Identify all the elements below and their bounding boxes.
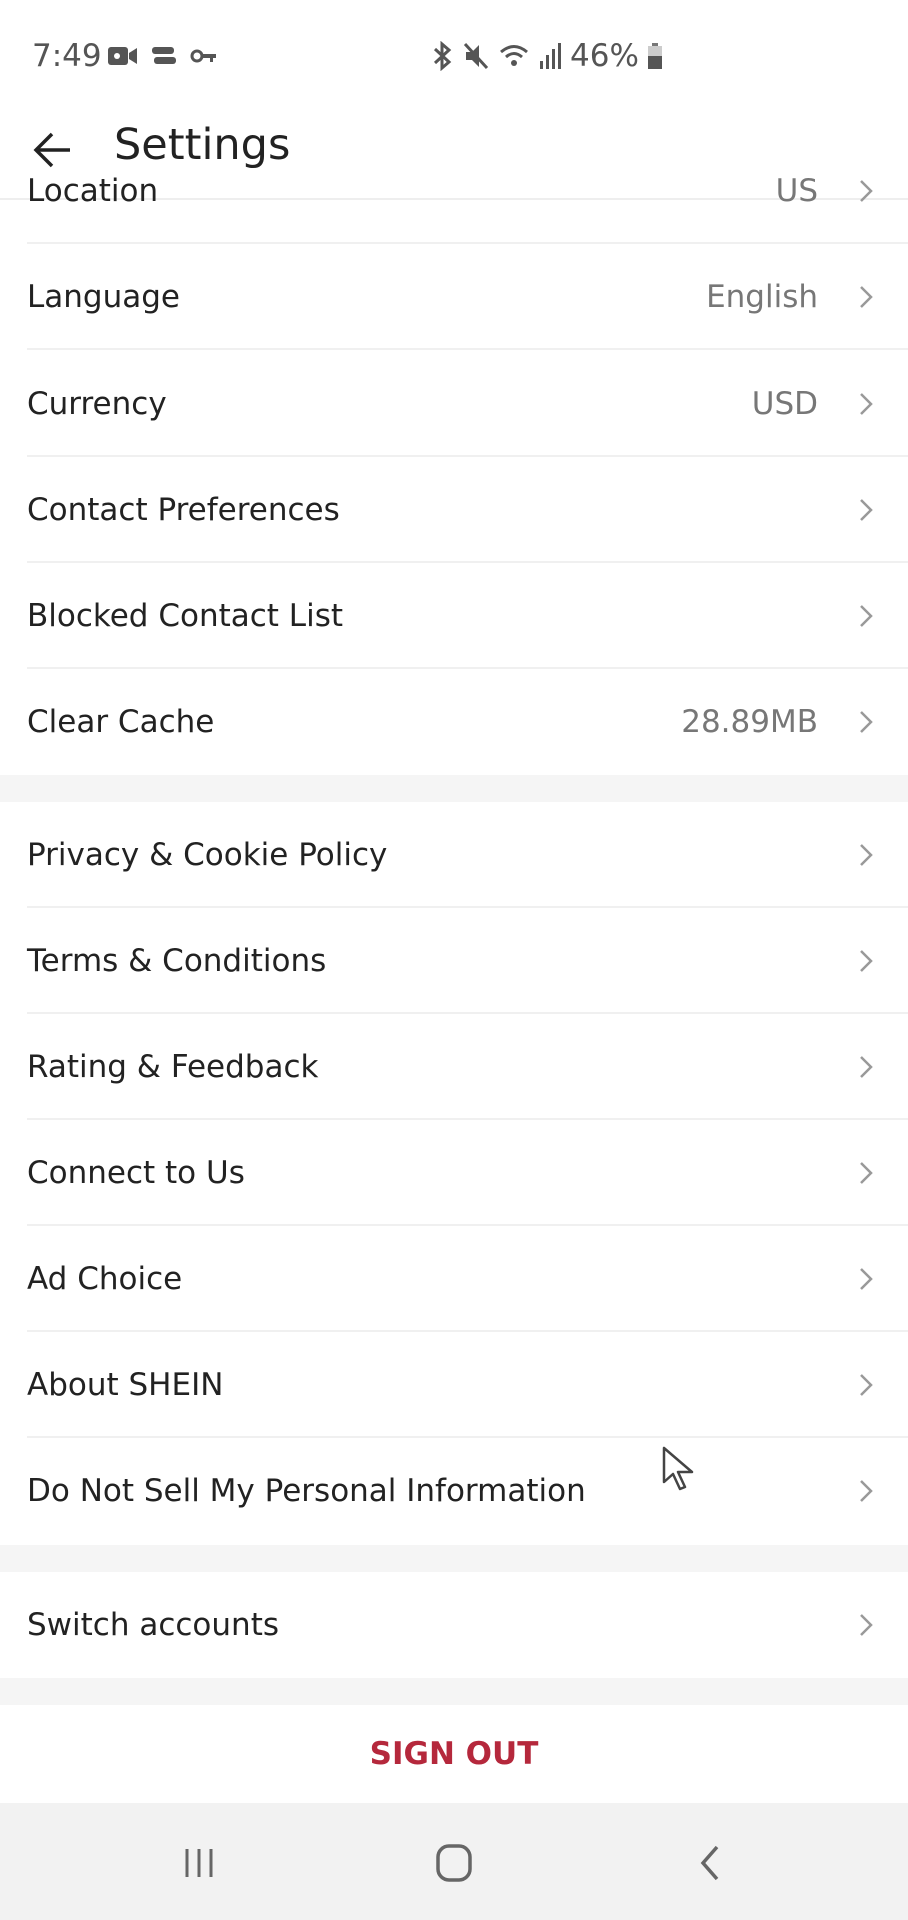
vpn-key-icon <box>190 49 216 63</box>
row-label: Blocked Contact List <box>27 598 343 634</box>
section-gap <box>0 1545 908 1572</box>
back-icon[interactable] <box>679 1833 739 1893</box>
chevron-right-icon <box>860 393 873 415</box>
wifi-icon <box>500 45 528 66</box>
row-label: Do Not Sell My Personal Information <box>27 1473 586 1509</box>
row-value: English <box>706 279 818 315</box>
row-value: US <box>775 173 818 209</box>
row-label: Language <box>27 279 180 315</box>
settings-row-currency[interactable]: Currency USD <box>0 351 908 457</box>
chevron-right-icon <box>860 286 873 308</box>
mouse-cursor-icon <box>662 1446 694 1491</box>
section-gap <box>0 1678 908 1705</box>
row-label: Terms & Conditions <box>27 943 327 979</box>
row-label: Switch accounts <box>27 1607 279 1643</box>
settings-row-privacy-cookie-policy[interactable]: Privacy & Cookie Policy <box>0 802 908 908</box>
chevron-right-icon <box>860 180 873 202</box>
settings-row-about-shein[interactable]: About SHEIN <box>0 1332 908 1438</box>
row-label: Currency <box>27 386 167 422</box>
settings-row-location[interactable]: Location US <box>0 138 908 244</box>
battery-percent: 46% <box>570 38 639 74</box>
sign-out-button[interactable]: SIGN OUT <box>0 1705 908 1803</box>
settings-row-language[interactable]: Language English <box>0 244 908 350</box>
chevron-right-icon <box>860 1162 873 1184</box>
row-label: About SHEIN <box>27 1367 224 1403</box>
row-label: Clear Cache <box>27 704 215 740</box>
chevron-right-icon <box>860 711 873 733</box>
recent-apps-icon[interactable] <box>169 1833 229 1893</box>
settings-row-clear-cache[interactable]: Clear Cache 28.89MB <box>0 669 908 775</box>
signal-icon <box>540 43 561 69</box>
home-icon[interactable] <box>424 1833 484 1893</box>
settings-row-connect-to-us[interactable]: Connect to Us <box>0 1120 908 1226</box>
video-camera-icon <box>108 47 137 65</box>
chevron-right-icon <box>860 1056 873 1078</box>
row-value: USD <box>751 386 818 422</box>
row-value: 28.89MB <box>681 704 818 740</box>
chevron-right-icon <box>860 844 873 866</box>
settings-row-do-not-sell[interactable]: Do Not Sell My Personal Information <box>0 1438 908 1545</box>
row-label: Rating & Feedback <box>27 1049 319 1085</box>
settings-row-switch-accounts[interactable]: Switch accounts <box>0 1572 908 1678</box>
status-time: 7:49 <box>32 38 102 74</box>
settings-row-contact-preferences[interactable]: Contact Preferences <box>0 457 908 563</box>
settings-row-blocked-contact-list[interactable]: Blocked Contact List <box>0 563 908 669</box>
section-gap <box>0 775 908 802</box>
bluetooth-icon <box>433 41 452 71</box>
chevron-right-icon <box>860 1268 873 1290</box>
row-label: Privacy & Cookie Policy <box>27 837 388 873</box>
divider <box>27 348 908 350</box>
chevron-right-icon <box>860 605 873 627</box>
settings-section-general: Location US Language English Currency US… <box>0 173 908 775</box>
system-nav-bar <box>0 1803 908 1920</box>
row-label: Connect to Us <box>27 1155 245 1191</box>
chevron-right-icon <box>860 1480 873 1502</box>
status-bar: 7:49 46% <box>0 0 908 110</box>
battery-icon <box>647 43 662 69</box>
row-label: Ad Choice <box>27 1261 183 1297</box>
row-label: Location <box>27 173 159 209</box>
row-label: Contact Preferences <box>27 492 340 528</box>
chevron-right-icon <box>860 1614 873 1636</box>
chevron-right-icon <box>860 950 873 972</box>
settings-section-account: Switch accounts <box>0 1572 908 1678</box>
settings-section-legal: Privacy & Cookie Policy Terms & Conditio… <box>0 802 908 1545</box>
mute-icon <box>463 42 489 70</box>
settings-row-rating-feedback[interactable]: Rating & Feedback <box>0 1014 908 1120</box>
cast-icon <box>152 47 176 64</box>
chevron-right-icon <box>860 499 873 521</box>
chevron-right-icon <box>860 1374 873 1396</box>
settings-row-ad-choice[interactable]: Ad Choice <box>0 1226 908 1332</box>
settings-row-terms-conditions[interactable]: Terms & Conditions <box>0 908 908 1014</box>
